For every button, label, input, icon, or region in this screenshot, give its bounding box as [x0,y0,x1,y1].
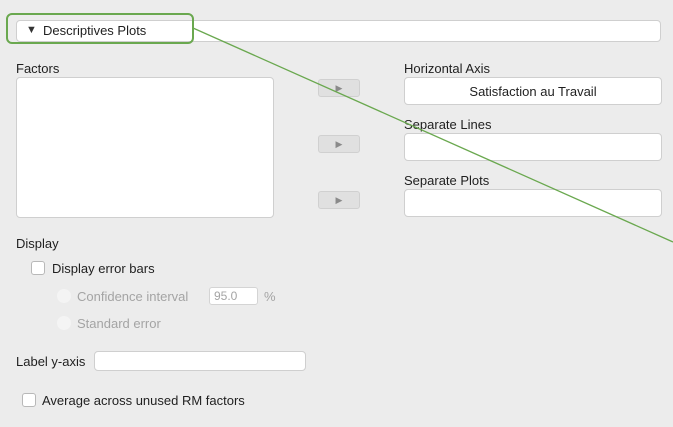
assign-separate-plots-button[interactable]: ▶ [318,191,360,209]
standard-error-label[interactable]: Standard error [77,316,161,331]
label-y-axis-input[interactable] [94,351,306,371]
percent-unit: % [264,289,276,304]
confidence-interval-input[interactable]: 95.0 [209,287,258,305]
separate-lines-field[interactable] [404,133,662,161]
confidence-interval-value: 95.0 [214,289,238,303]
header-highlight [6,13,194,44]
error-bars-checkbox[interactable] [31,261,45,275]
separate-plots-label: Separate Plots [404,173,490,188]
arrow-right-icon: ▶ [335,82,343,93]
separate-plots-field[interactable] [404,189,662,217]
separate-lines-value [405,134,661,160]
average-rm-label[interactable]: Average across unused RM factors [42,393,245,408]
display-label: Display [16,236,59,251]
error-bars-label[interactable]: Display error bars [52,261,155,276]
factors-list[interactable] [16,77,274,218]
average-rm-checkbox[interactable] [22,393,36,407]
arrow-right-icon: ▶ [335,138,343,149]
label-y-axis-label: Label y-axis [16,354,86,369]
horizontal-axis-value: Satisfaction au Travail [469,83,597,99]
assign-horizontal-axis-button[interactable]: ▶ [318,79,360,97]
arrow-right-icon: ▶ [335,194,343,205]
assign-separate-lines-button[interactable]: ▶ [318,135,360,153]
factors-label: Factors [16,61,60,76]
confidence-interval-radio[interactable] [57,289,71,303]
confidence-interval-label[interactable]: Confidence interval [77,289,188,304]
separate-plots-value [405,190,661,216]
horizontal-axis-field[interactable]: Satisfaction au Travail [404,77,662,105]
horizontal-axis-label: Horizontal Axis [404,61,490,76]
standard-error-radio[interactable] [57,316,71,330]
separate-lines-label: Separate Lines [404,117,492,132]
